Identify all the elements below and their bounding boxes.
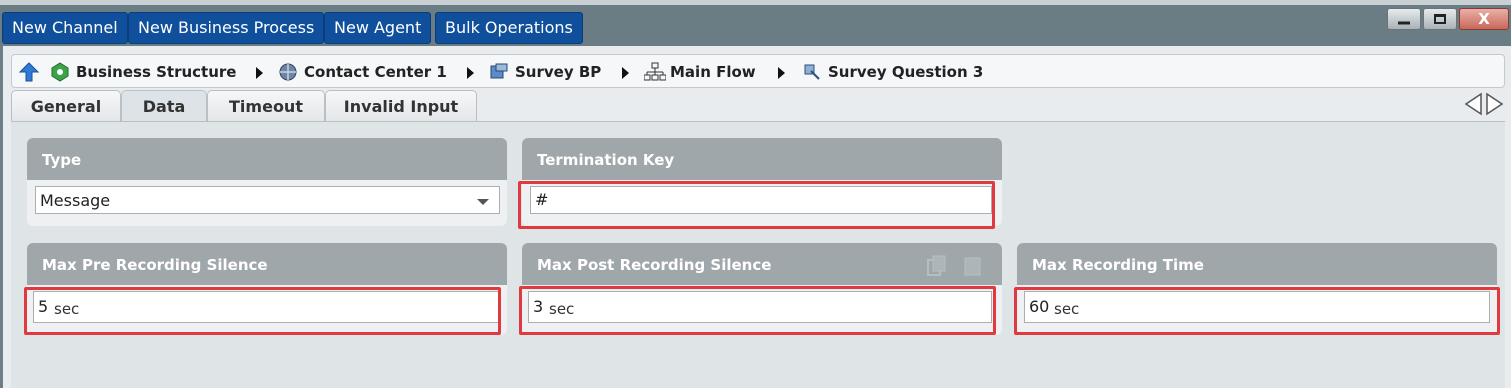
max-pre-silence-highlight — [24, 287, 501, 335]
up-arrow-icon[interactable] — [18, 61, 40, 83]
tab-data[interactable]: Data — [121, 90, 207, 123]
tab-prev-icon[interactable] — [1463, 92, 1483, 120]
breadcrumb-label: Main Flow — [670, 63, 756, 81]
restore-icon — [1434, 14, 1446, 24]
type-value: Message — [40, 191, 111, 210]
max-recording-time-label: Max Recording Time — [1017, 243, 1497, 285]
main-panel: Business Structure Contact Center 1 Surv… — [3, 46, 1511, 388]
breadcrumb: Business Structure Contact Center 1 Surv… — [11, 54, 1505, 88]
breadcrumb-item-main-flow[interactable]: Main Flow — [643, 61, 756, 83]
close-button[interactable]: X — [1459, 8, 1509, 30]
business-process-icon — [489, 62, 509, 82]
business-structure-icon — [50, 62, 70, 82]
survey-question-icon — [802, 62, 822, 82]
copy-icon — [926, 255, 948, 281]
breadcrumb-item-survey-question[interactable]: Survey Question 3 — [802, 61, 983, 83]
breadcrumb-separator-icon — [467, 67, 474, 79]
termination-key-highlight — [518, 181, 995, 229]
data-tab-content: Type Message Termination Key # Max Pre R… — [11, 121, 1505, 388]
bulk-operations-button[interactable]: Bulk Operations — [435, 12, 583, 44]
tab-navigation — [1463, 92, 1507, 116]
breadcrumb-label: Business Structure — [76, 63, 237, 81]
top-toolbar: New Channel New Business Process New Age… — [0, 0, 1511, 46]
new-business-process-button[interactable]: New Business Process — [128, 12, 325, 44]
breadcrumb-item-survey-bp[interactable]: Survey BP — [489, 61, 601, 83]
minimize-button[interactable] — [1387, 8, 1421, 30]
contact-center-icon — [278, 62, 298, 82]
type-card: Type Message — [27, 138, 507, 226]
breadcrumb-separator-icon — [256, 67, 263, 79]
max-pre-silence-label: Max Pre Recording Silence — [27, 243, 507, 285]
type-dropdown[interactable]: Message — [35, 186, 500, 214]
chevron-down-icon — [477, 199, 489, 205]
close-icon: X — [1478, 10, 1490, 28]
tab-general[interactable]: General — [11, 90, 121, 122]
tab-next-icon[interactable] — [1485, 92, 1505, 120]
new-agent-button[interactable]: New Agent — [324, 12, 432, 44]
new-channel-button[interactable]: New Channel — [2, 12, 128, 44]
flow-icon — [643, 62, 667, 82]
termination-key-label: Termination Key — [522, 138, 1002, 180]
type-label: Type — [27, 138, 507, 180]
tab-timeout[interactable]: Timeout — [207, 90, 325, 122]
breadcrumb-separator-icon — [778, 67, 785, 79]
paste-icon — [962, 255, 984, 281]
tab-invalid-input[interactable]: Invalid Input — [325, 90, 477, 122]
max-post-silence-highlight — [519, 286, 996, 335]
breadcrumb-label: Contact Center 1 — [304, 63, 447, 81]
breadcrumb-label: Survey Question 3 — [828, 63, 984, 81]
restore-button[interactable] — [1423, 8, 1457, 30]
breadcrumb-separator-icon — [622, 67, 629, 79]
minimize-icon — [1398, 21, 1410, 25]
max-recording-time-highlight — [1014, 287, 1500, 335]
breadcrumb-label: Survey BP — [515, 63, 602, 81]
breadcrumb-item-business-structure[interactable]: Business Structure — [50, 61, 236, 83]
breadcrumb-item-contact-center[interactable]: Contact Center 1 — [278, 61, 447, 83]
